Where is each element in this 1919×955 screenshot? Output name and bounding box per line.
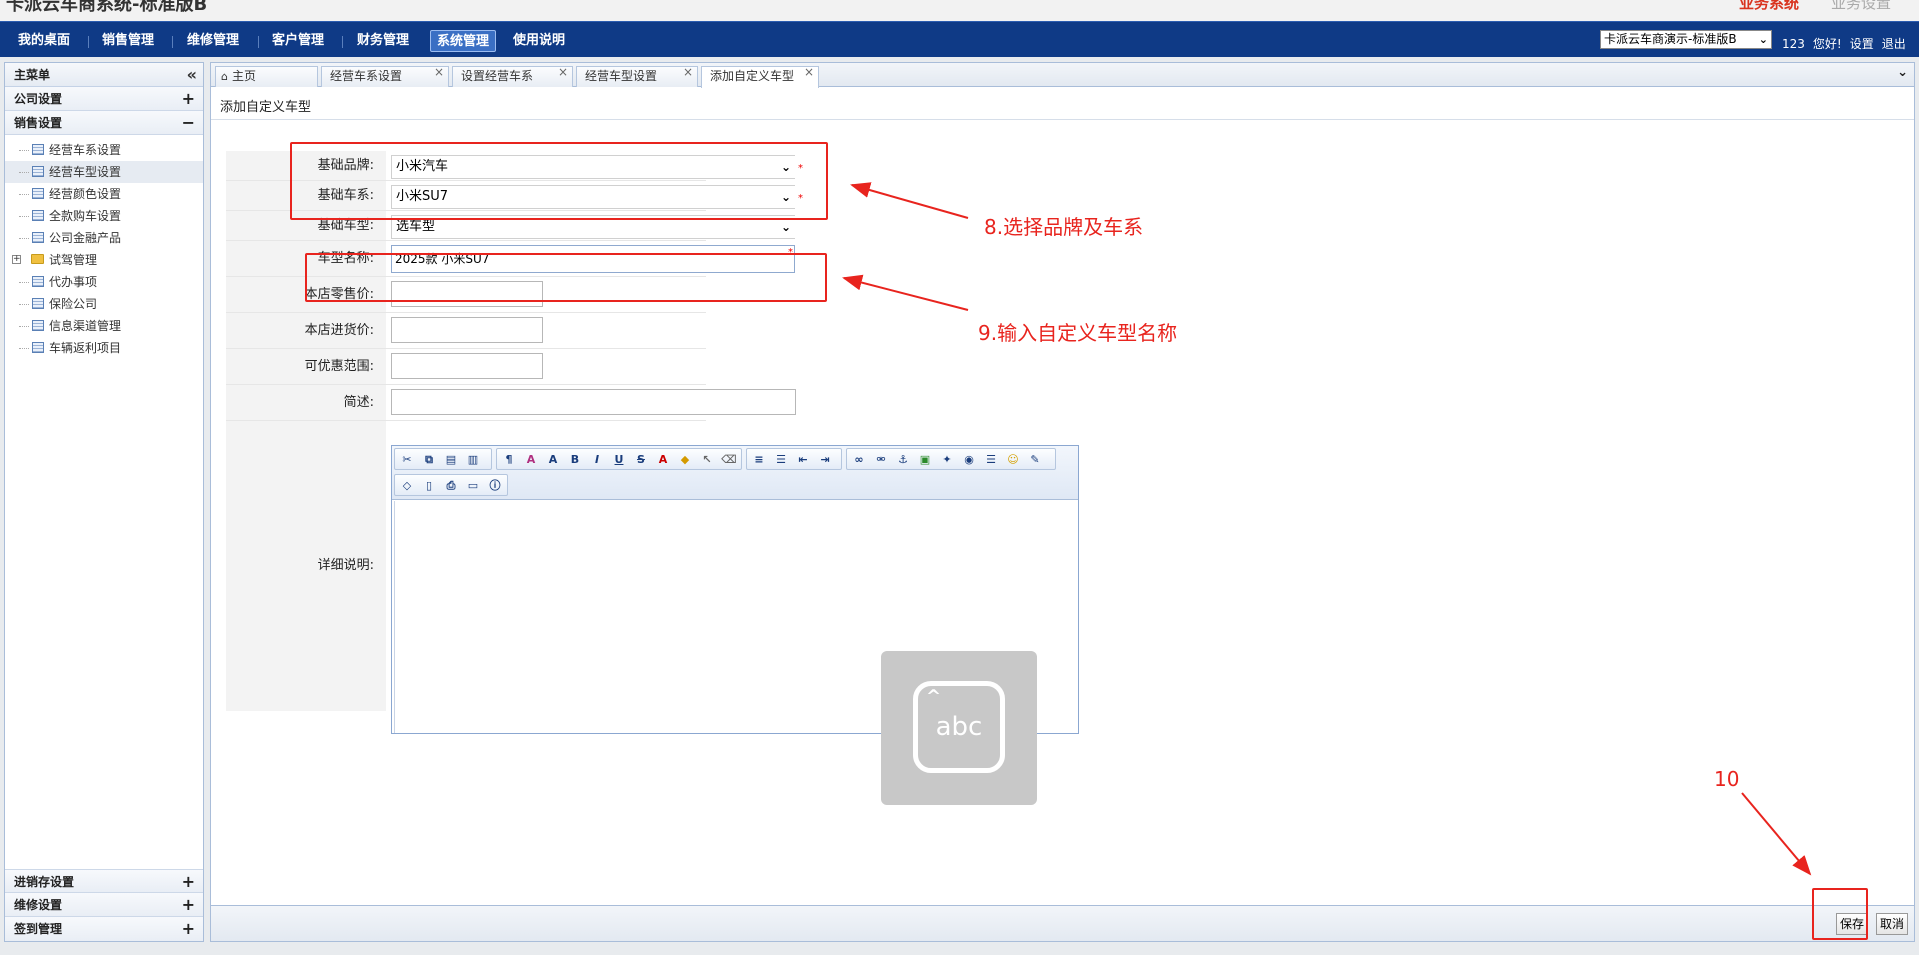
- annotation-step-9: 9.输入自定义车型名称: [978, 321, 1178, 345]
- annotation-step-10: 10: [1714, 767, 1740, 791]
- annotation-step-8: 8.选择品牌及车系: [984, 215, 1144, 239]
- annotation-arrows: [842, 182, 1812, 876]
